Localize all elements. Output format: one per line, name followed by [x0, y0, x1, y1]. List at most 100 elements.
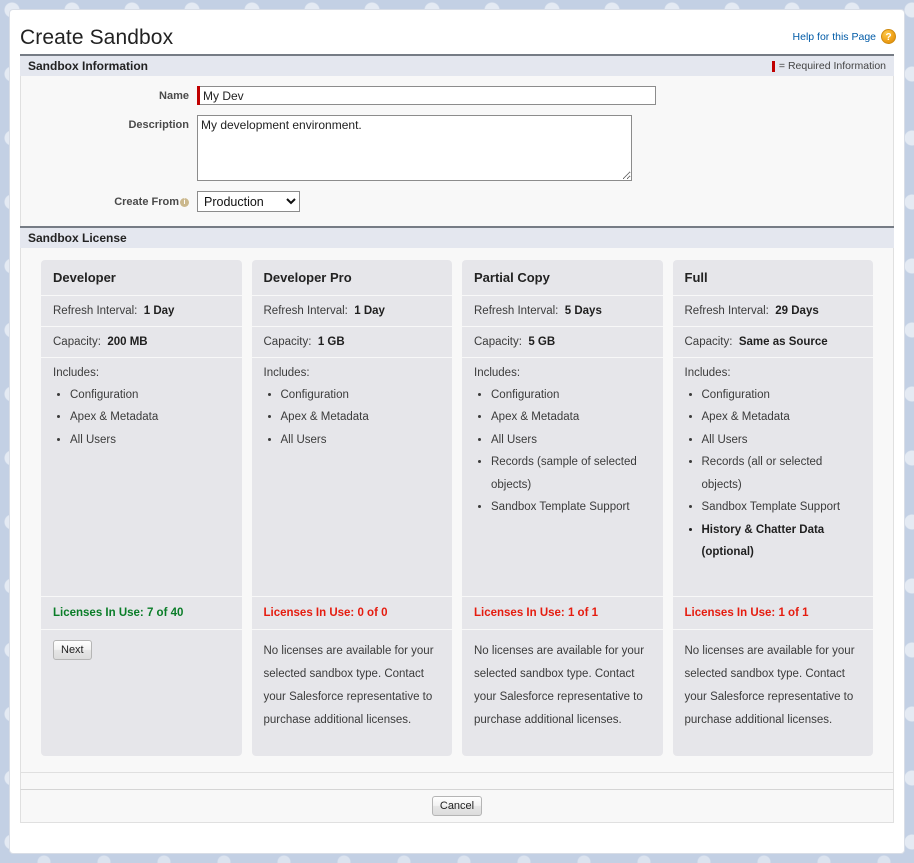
- license-column: Full Refresh Interval: 29 Days Capacity: S…: [672, 260, 873, 756]
- includes-block: Includes: ConfigurationApex & MetadataAll…: [462, 358, 663, 596]
- license-footer: No licenses are available for your selec…: [251, 630, 452, 756]
- refresh-interval-label: Refresh Interval:: [474, 305, 559, 317]
- create-from-label: Create From i: [21, 191, 197, 208]
- description-label: Description: [128, 119, 189, 131]
- sandbox-information-header: Sandbox Information = Required Informati…: [20, 54, 894, 76]
- license-type-title: Developer Pro: [251, 260, 452, 295]
- sandbox-license-title: Sandbox License: [28, 231, 127, 245]
- includes-list-item: Records (sample of selected objects): [491, 451, 651, 496]
- includes-list: ConfigurationApex & MetadataAll UsersRec…: [685, 384, 862, 563]
- refresh-interval-row: Refresh Interval: 1 Day: [251, 296, 452, 326]
- includes-label: Includes:: [474, 367, 521, 379]
- includes-list-item: All Users: [702, 429, 862, 451]
- help-for-this-page[interactable]: Help for this Page ?: [793, 29, 896, 44]
- capacity-row: Capacity: 5 GB: [462, 327, 663, 357]
- cancel-button[interactable]: Cancel: [431, 795, 483, 817]
- includes-list-item: All Users: [491, 429, 651, 451]
- refresh-interval-row: Refresh Interval: 29 Days: [672, 296, 873, 326]
- no-licenses-note: No licenses are available for your selec…: [474, 645, 645, 726]
- refresh-interval-label: Refresh Interval:: [263, 305, 348, 317]
- includes-list-item: All Users: [70, 429, 230, 451]
- includes-list-item: Configuration: [70, 384, 230, 406]
- license-footer: Next: [41, 630, 242, 756]
- question-mark-icon[interactable]: ?: [881, 29, 896, 44]
- sandbox-license-section: Sandbox License Developer Refresh Interva…: [20, 226, 894, 823]
- capacity-value: Same as Source: [738, 336, 828, 348]
- capacity-label: Capacity:: [263, 336, 312, 348]
- name-input[interactable]: [200, 86, 656, 105]
- includes-list-item: Apex & Metadata: [702, 406, 862, 428]
- capacity-label: Capacity:: [684, 336, 733, 348]
- license-column: Partial Copy Refresh Interval: 5 Days Capa…: [462, 260, 663, 756]
- includes-label: Includes:: [53, 367, 100, 379]
- sandbox-information-title: Sandbox Information: [28, 59, 148, 73]
- includes-block: Includes: ConfigurationApex & MetadataAll…: [41, 358, 242, 596]
- next-button[interactable]: Next: [53, 640, 92, 661]
- page-header: Create Sandbox Help for this Page ?: [10, 10, 904, 54]
- required-information-legend: = Required Information: [771, 60, 886, 72]
- includes-list-item: All Users: [281, 429, 441, 451]
- bottom-spacer: [20, 773, 894, 789]
- license-grid: Developer Refresh Interval: 1 Day Capacity…: [41, 260, 873, 756]
- name-label: Name: [159, 90, 189, 102]
- help-link[interactable]: Help for this Page: [793, 31, 876, 43]
- includes-block: Includes: ConfigurationApex & MetadataAll…: [672, 358, 873, 596]
- sandbox-information-section: Sandbox Information = Required Informati…: [20, 54, 894, 226]
- includes-list: ConfigurationApex & MetadataAll Users: [264, 384, 441, 451]
- includes-list-item: Configuration: [491, 384, 651, 406]
- license-type-title: Partial Copy: [462, 260, 663, 295]
- licenses-in-use-status: Licenses In Use: 0 of 0: [251, 597, 452, 629]
- includes-list-item: Sandbox Template Support: [702, 496, 862, 518]
- capacity-value: 1 GB: [317, 336, 345, 348]
- includes-label: Includes:: [684, 367, 731, 379]
- license-column: Developer Pro Refresh Interval: 1 Day Capa…: [251, 260, 452, 756]
- required-legend-label: = Required Information: [778, 60, 886, 72]
- create-from-row: Create From i Production: [21, 191, 893, 212]
- includes-label: Includes:: [263, 367, 310, 379]
- capacity-label: Capacity:: [53, 336, 101, 348]
- create-from-label-text: Create From: [114, 196, 179, 208]
- sandbox-license-header: Sandbox License: [20, 226, 894, 248]
- info-icon[interactable]: i: [180, 197, 189, 207]
- capacity-row: Capacity: 200 MB: [41, 327, 242, 357]
- includes-list-item: Apex & Metadata: [281, 406, 441, 428]
- description-textarea[interactable]: My development environment.: [197, 115, 632, 181]
- refresh-interval-value: 29 Days: [775, 305, 819, 317]
- includes-list-item: Records (all or selected objects): [702, 451, 862, 496]
- create-sandbox-page: Create Sandbox Help for this Page ? Sand…: [9, 9, 905, 854]
- licenses-in-use-status: Licenses In Use: 7 of 40: [41, 597, 242, 629]
- license-footer: No licenses are available for your selec…: [462, 630, 663, 756]
- includes-list-item: History & Chatter Data (optional): [702, 519, 862, 564]
- sandbox-license-body: Developer Refresh Interval: 1 Day Capacity…: [20, 248, 894, 773]
- includes-list-item: Apex & Metadata: [491, 406, 651, 428]
- licenses-in-use-status: Licenses In Use: 1 of 1: [672, 597, 873, 629]
- name-row: Name: [21, 86, 893, 105]
- refresh-interval-row: Refresh Interval: 5 Days: [462, 296, 663, 326]
- includes-list-item: Configuration: [281, 384, 441, 406]
- license-type-title: Developer: [41, 260, 242, 295]
- includes-list: ConfigurationApex & MetadataAll Users: [53, 384, 230, 451]
- create-from-select[interactable]: Production: [197, 191, 300, 212]
- refresh-interval-value: 1 Day: [143, 305, 175, 317]
- capacity-row: Capacity: 1 GB: [251, 327, 452, 357]
- license-column: Developer Refresh Interval: 1 Day Capacity…: [41, 260, 242, 756]
- capacity-value: 5 GB: [528, 336, 556, 348]
- includes-list-item: Sandbox Template Support: [491, 496, 651, 518]
- refresh-interval-value: 5 Days: [564, 305, 602, 317]
- includes-list-item: Apex & Metadata: [70, 406, 230, 428]
- no-licenses-note: No licenses are available for your selec…: [684, 645, 855, 726]
- page-footer-bar: Cancel: [20, 789, 894, 823]
- capacity-value: 200 MB: [107, 336, 148, 348]
- description-field-wrap: My development environment.: [197, 115, 632, 181]
- refresh-interval-label: Refresh Interval:: [684, 305, 769, 317]
- licenses-in-use-status: Licenses In Use: 1 of 1: [462, 597, 663, 629]
- required-marker-icon: [771, 60, 775, 72]
- capacity-row: Capacity: Same as Source: [672, 327, 873, 357]
- license-footer: No licenses are available for your selec…: [672, 630, 873, 756]
- license-type-title: Full: [672, 260, 873, 295]
- includes-list-item: Configuration: [702, 384, 862, 406]
- description-row: Description My development environment.: [21, 115, 893, 181]
- refresh-interval-label: Refresh Interval:: [53, 305, 138, 317]
- capacity-label: Capacity:: [474, 336, 522, 348]
- includes-block: Includes: ConfigurationApex & MetadataAll…: [251, 358, 452, 596]
